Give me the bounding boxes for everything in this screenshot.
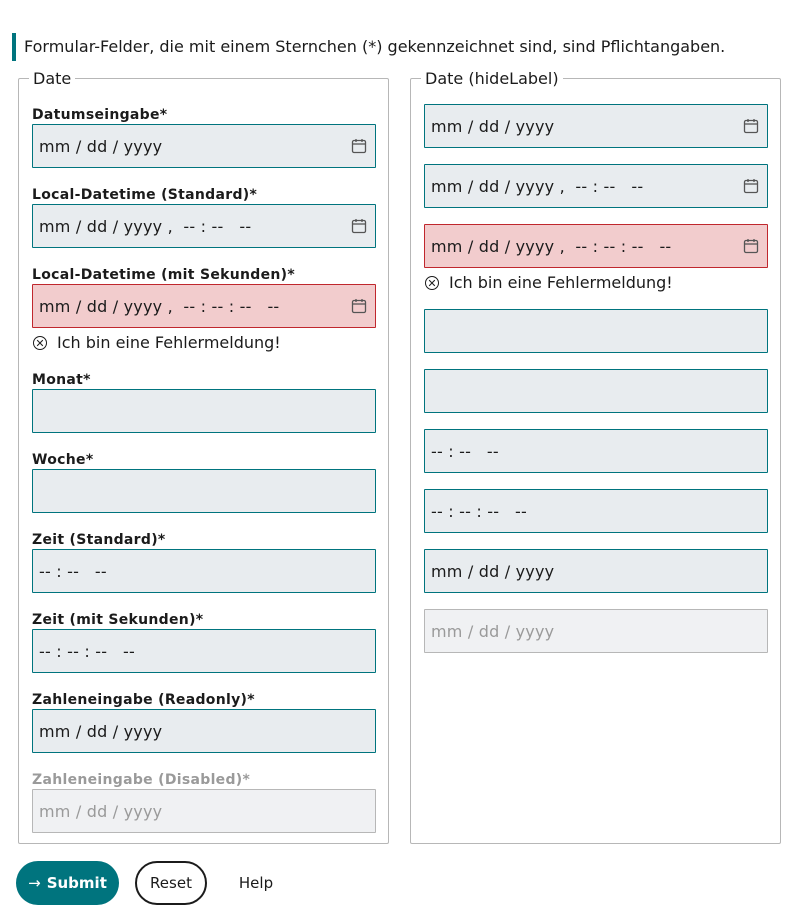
fieldset-legend: Date — [29, 69, 76, 89]
zahleneingabe-disabled-input: mm / dd / yyyy — [32, 789, 376, 833]
error-circle-x-icon: ✕ — [33, 336, 47, 350]
input-value: mm / dd / yyyy — [431, 621, 555, 641]
error-message-text: Ich bin eine Fehlermeldung! — [57, 333, 281, 352]
error-message-text: Ich bin eine Fehlermeldung! — [449, 273, 673, 292]
date-hidelabel-input-2[interactable]: mm / dd / yyyy , -- : -- -- — [424, 164, 768, 208]
input-value: mm / dd / yyyy , -- : -- -- — [39, 216, 252, 236]
input-value: mm / dd / yyyy , -- : -- : -- -- — [431, 236, 672, 256]
reset-button[interactable]: Reset — [135, 861, 207, 905]
input-value: -- : -- -- — [39, 561, 107, 581]
local-datetime-seconds-input[interactable]: mm / dd / yyyy , -- : -- : -- -- — [32, 284, 376, 328]
reset-label: Reset — [150, 874, 192, 892]
local-datetime-seconds-label: Local-Datetime (mit Sekunden)* — [32, 267, 295, 283]
datumseingabe-label: Datumseingabe* — [32, 107, 168, 123]
required-fields-notice: Formular-Felder, die mit einem Sternchen… — [12, 33, 725, 61]
input-value: mm / dd / yyyy — [431, 561, 555, 581]
input-value: mm / dd / yyyy — [39, 136, 163, 156]
monat-input[interactable] — [32, 389, 376, 433]
submit-label: Submit — [46, 874, 107, 892]
date-hidelabel-input-7[interactable]: -- : -- : -- -- — [424, 489, 768, 533]
zahleneingabe-readonly-label: Zahleneingabe (Readonly)* — [32, 692, 255, 708]
input-value: -- : -- : -- -- — [39, 641, 135, 661]
calendar-icon[interactable] — [351, 138, 367, 154]
input-value: mm / dd / yyyy , -- : -- : -- -- — [39, 296, 280, 316]
help-button[interactable]: Help — [230, 861, 282, 905]
date-hidelabel-input-6[interactable]: -- : -- -- — [424, 429, 768, 473]
local-datetime-input[interactable]: mm / dd / yyyy , -- : -- -- — [32, 204, 376, 248]
date-hidelabel-input-4[interactable] — [424, 309, 768, 353]
woche-input[interactable] — [32, 469, 376, 513]
zeit-sekunden-input[interactable]: -- : -- : -- -- — [32, 629, 376, 673]
input-value: -- : -- -- — [431, 441, 499, 461]
help-label: Help — [238, 874, 274, 892]
error-message: ✕ Ich bin eine Fehlermeldung! — [425, 273, 673, 293]
arrow-right-icon: → — [28, 874, 41, 892]
error-circle-x-icon: ✕ — [425, 276, 439, 290]
local-datetime-label: Local-Datetime (Standard)* — [32, 187, 258, 203]
zeit-sekunden-label: Zeit (mit Sekunden)* — [32, 612, 204, 628]
monat-label: Monat* — [32, 372, 91, 388]
input-value: mm / dd / yyyy , -- : -- -- — [431, 176, 644, 196]
input-value: mm / dd / yyyy — [39, 721, 163, 741]
datumseingabe-input[interactable]: mm / dd / yyyy — [32, 124, 376, 168]
input-value: -- : -- : -- -- — [431, 501, 527, 521]
calendar-icon[interactable] — [743, 178, 759, 194]
fieldset-legend: Date (hideLabel) — [421, 69, 563, 89]
zeit-standard-label: Zeit (Standard)* — [32, 532, 166, 548]
calendar-icon[interactable] — [743, 118, 759, 134]
zahleneingabe-readonly-input[interactable]: mm / dd / yyyy — [32, 709, 376, 753]
calendar-icon[interactable] — [351, 298, 367, 314]
woche-label: Woche* — [32, 452, 94, 468]
date-hidelabel-input-8[interactable]: mm / dd / yyyy — [424, 549, 768, 593]
date-hidelabel-input-9: mm / dd / yyyy — [424, 609, 768, 653]
date-hidelabel-input-1[interactable]: mm / dd / yyyy — [424, 104, 768, 148]
zahleneingabe-disabled-label: Zahleneingabe (Disabled)* — [32, 772, 251, 788]
input-value: mm / dd / yyyy — [431, 116, 555, 136]
error-message: ✕ Ich bin eine Fehlermeldung! — [33, 333, 281, 353]
date-hidelabel-input-3[interactable]: mm / dd / yyyy , -- : -- : -- -- — [424, 224, 768, 268]
zeit-standard-input[interactable]: -- : -- -- — [32, 549, 376, 593]
date-hidelabel-input-5[interactable] — [424, 369, 768, 413]
calendar-icon[interactable] — [351, 218, 367, 234]
input-value: mm / dd / yyyy — [39, 801, 163, 821]
calendar-icon[interactable] — [743, 238, 759, 254]
submit-button[interactable]: → Submit — [16, 861, 119, 905]
